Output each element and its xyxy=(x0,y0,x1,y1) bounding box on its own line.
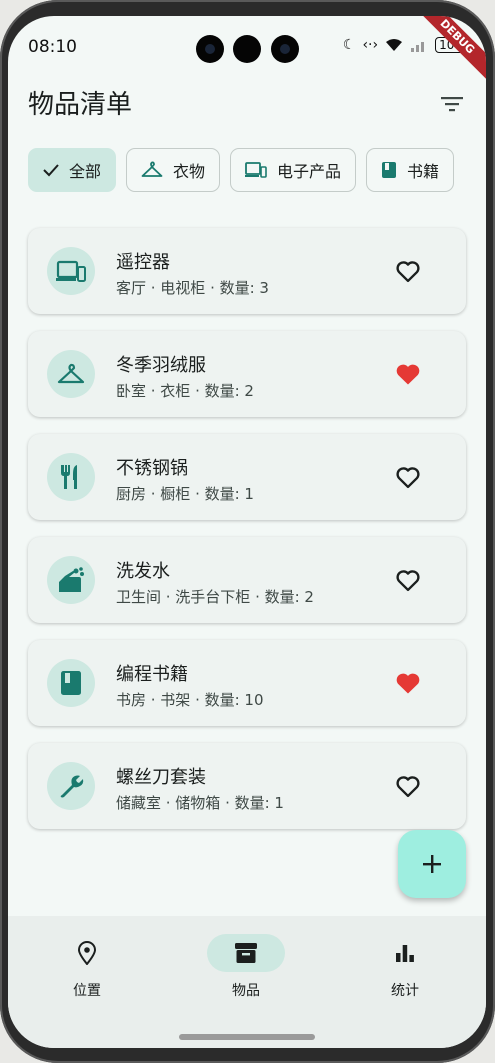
chip-label: 衣物 xyxy=(173,162,206,181)
favorite-filled-icon[interactable] xyxy=(394,360,422,388)
status-bar: 08:10 ☾ ‹·› 100 DEBUG xyxy=(8,16,486,90)
item-details: 储藏室 · 储物箱 · 数量: 1 xyxy=(116,794,284,812)
item-details: 厨房 · 橱柜 · 数量: 1 xyxy=(116,485,254,503)
moon-icon: ☾ xyxy=(342,37,356,53)
hanger-icon xyxy=(141,161,163,177)
chip-label: 书籍 xyxy=(407,162,440,181)
nav-items[interactable]: 物品 xyxy=(191,934,301,1000)
filter-chips: 全部 衣物 电子产品 书籍 xyxy=(28,148,455,192)
favorite-outline-icon[interactable] xyxy=(394,566,422,594)
nav-label: 位置 xyxy=(73,983,101,999)
list-item[interactable]: 冬季羽绒服 卧室 · 衣柜 · 数量: 2 xyxy=(28,331,466,417)
plus-icon xyxy=(423,855,441,873)
favorite-filled-icon[interactable] xyxy=(394,669,422,697)
bar-chart-icon xyxy=(396,945,414,962)
check-icon xyxy=(43,164,59,177)
filter-button[interactable] xyxy=(434,86,470,122)
chip-label: 全部 xyxy=(69,162,102,181)
item-name: 遥控器 xyxy=(116,252,170,273)
nav-pill xyxy=(366,934,444,972)
item-name: 螺丝刀套装 xyxy=(116,767,206,788)
wifi-icon xyxy=(386,39,403,51)
device-frame: 08:10 ☾ ‹·› 100 DEBUG 物品清单 全部 衣物 电子产品 书籍… xyxy=(0,0,495,1063)
item-name: 编程书籍 xyxy=(116,664,188,685)
list-item[interactable]: 编程书籍 书房 · 书架 · 数量: 10 xyxy=(28,640,466,726)
item-avatar xyxy=(47,659,95,707)
chip-books[interactable]: 书籍 xyxy=(366,148,455,192)
devices-icon xyxy=(245,162,267,178)
home-indicator xyxy=(179,1034,315,1040)
add-item-button[interactable] xyxy=(398,830,466,898)
nav-label: 统计 xyxy=(391,983,419,999)
chip-clothing[interactable]: 衣物 xyxy=(126,148,221,192)
nav-pill xyxy=(207,934,285,972)
item-avatar xyxy=(47,350,95,398)
item-avatar xyxy=(47,762,95,810)
data-transfer-icon: ‹·› xyxy=(362,37,379,53)
nav-statistics[interactable]: 统计 xyxy=(350,934,460,1000)
camera-icon xyxy=(233,35,261,63)
item-avatar xyxy=(47,247,95,295)
nav-pill xyxy=(48,934,126,972)
book-icon xyxy=(382,162,397,178)
chip-electronics[interactable]: 电子产品 xyxy=(230,148,357,192)
location-icon xyxy=(78,941,96,965)
item-avatar xyxy=(47,556,95,604)
item-name: 冬季羽绒服 xyxy=(116,355,206,376)
wrench-icon xyxy=(60,775,84,798)
app-screen: 08:10 ☾ ‹·› 100 DEBUG 物品清单 全部 衣物 电子产品 书籍… xyxy=(8,16,486,1048)
list-item[interactable]: 不锈钢锅 厨房 · 橱柜 · 数量: 1 xyxy=(28,434,466,520)
filter-list-icon xyxy=(441,97,463,112)
item-details: 卫生间 · 洗手台下柜 · 数量: 2 xyxy=(116,588,314,606)
signal-icon xyxy=(411,42,425,52)
list-item[interactable]: 遥控器 客厅 · 电视柜 · 数量: 3 xyxy=(28,228,466,314)
item-avatar xyxy=(47,453,95,501)
camera-icon xyxy=(271,35,299,63)
book-icon xyxy=(61,671,81,695)
bottom-navigation: 位置 物品 统计 xyxy=(8,916,486,1048)
item-details: 书房 · 书架 · 数量: 10 xyxy=(116,691,264,709)
hanger-icon xyxy=(57,363,85,384)
favorite-outline-icon[interactable] xyxy=(394,463,422,491)
item-details: 客厅 · 电视柜 · 数量: 3 xyxy=(116,279,269,297)
devices-icon xyxy=(56,260,86,282)
item-name: 不锈钢锅 xyxy=(116,458,188,479)
restaurant-icon xyxy=(61,465,77,489)
favorite-outline-icon[interactable] xyxy=(394,257,422,285)
inventory-icon xyxy=(235,943,257,963)
status-time: 08:10 xyxy=(28,37,77,57)
item-details: 卧室 · 衣柜 · 数量: 2 xyxy=(116,382,254,400)
item-list: 遥控器 客厅 · 电视柜 · 数量: 3 冬季羽绒服 卧室 · 衣柜 · 数量:… xyxy=(28,228,466,846)
nav-location[interactable]: 位置 xyxy=(32,934,142,1000)
page-title: 物品清单 xyxy=(28,90,133,120)
item-name: 洗发水 xyxy=(116,561,170,582)
list-item[interactable]: 螺丝刀套装 储藏室 · 储物箱 · 数量: 1 xyxy=(28,743,466,829)
camera-icon xyxy=(196,35,224,63)
chip-label: 电子产品 xyxy=(277,162,342,181)
nav-label: 物品 xyxy=(232,983,260,999)
favorite-outline-icon[interactable] xyxy=(394,772,422,800)
soap-icon xyxy=(59,567,84,592)
list-item[interactable]: 洗发水 卫生间 · 洗手台下柜 · 数量: 2 xyxy=(28,537,466,623)
chip-all[interactable]: 全部 xyxy=(28,148,117,192)
